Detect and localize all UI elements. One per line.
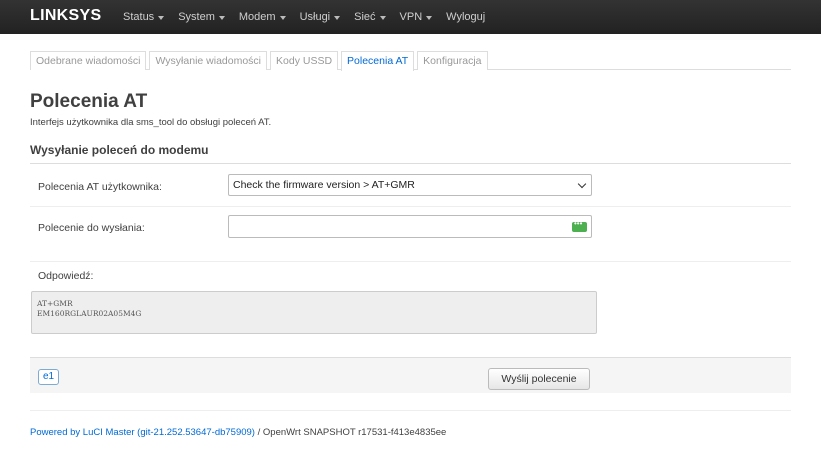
caret-down-icon (158, 15, 165, 20)
response-label: Odpowiedź: (38, 270, 94, 282)
menu-vpn[interactable]: VPN (400, 11, 433, 23)
row-divider (30, 261, 791, 262)
page-description: Interfejs użytkownika dla sms_tool do ob… (30, 117, 272, 128)
user-commands-selected-value: Check the firmware version > AT+GMR (233, 179, 415, 191)
luci-link[interactable]: Powered by LuCI Master (git-21.252.53647… (30, 427, 255, 438)
action-bar: e1 Wyślij polecenie (30, 357, 791, 393)
tab-send-messages[interactable]: Wysyłanie wiadomości (149, 51, 268, 70)
caret-down-icon (379, 15, 386, 20)
row-divider (30, 206, 791, 207)
user-commands-select[interactable]: Check the firmware version > AT+GMR (228, 174, 592, 196)
tab-bar: Odebrane wiadomości Wysyłanie wiadomości… (30, 51, 791, 71)
menu-system[interactable]: System (178, 11, 225, 23)
footer-version-text: / OpenWrt SNAPSHOT r17531-f413e4835ee (254, 427, 447, 438)
command-label: Polecenie do wysłania: (38, 222, 145, 234)
caret-down-icon (218, 15, 225, 20)
page-title: Polecenia AT (30, 91, 148, 112)
menu-uslugi[interactable]: Usługi (300, 11, 341, 23)
response-line: AT+GMR (37, 299, 73, 308)
main-menu: Status System Modem Usługi Sieć VPN Wylo… (123, 11, 499, 23)
message-icon[interactable] (572, 219, 587, 232)
chevron-down-icon (577, 179, 587, 189)
section-title: Wysyłanie poleceń do modemu (30, 143, 209, 157)
menu-system-label: System (178, 11, 215, 23)
menu-status[interactable]: Status (123, 11, 165, 23)
user-commands-label: Polecenia AT użytkownika: (38, 181, 162, 193)
footer: Powered by LuCI Master (git-21.252.53647… (30, 427, 446, 438)
section-divider (30, 163, 791, 164)
menu-modem[interactable]: Modem (239, 11, 286, 23)
menu-modem-label: Modem (238, 11, 276, 23)
menu-siec[interactable]: Sieć (354, 11, 386, 23)
tab-at-commands[interactable]: Polecenia AT (341, 51, 415, 71)
brand-logo[interactable]: LINKSYS (30, 7, 101, 25)
menu-siec-label: Sieć (354, 11, 376, 23)
menu-uslugi-label: Usługi (299, 11, 331, 23)
send-command-button[interactable]: Wyślij polecenie (488, 368, 590, 390)
menu-logout-label: Wyloguj (446, 11, 486, 23)
command-input[interactable] (228, 215, 592, 238)
caret-down-icon (426, 15, 433, 20)
top-navbar: LINKSYS Status System Modem Usługi Sieć … (0, 0, 821, 34)
menu-status-label: Status (123, 11, 155, 23)
menu-logout[interactable]: Wyloguj (446, 11, 485, 23)
response-textarea[interactable]: AT+GMR EM160RGLAUR02A05M4G (31, 291, 597, 334)
caret-down-icon (334, 15, 341, 20)
tab-ussd-codes[interactable]: Kody USSD (270, 51, 339, 70)
tab-configuration[interactable]: Konfiguracja (417, 51, 488, 70)
tab-received-messages[interactable]: Odebrane wiadomości (30, 51, 147, 70)
caret-down-icon (279, 15, 286, 20)
response-line: EM160RGLAUR02A05M4G (37, 309, 142, 318)
e1-badge[interactable]: e1 (38, 369, 60, 385)
footer-divider (30, 410, 791, 411)
menu-vpn-label: VPN (399, 11, 423, 23)
